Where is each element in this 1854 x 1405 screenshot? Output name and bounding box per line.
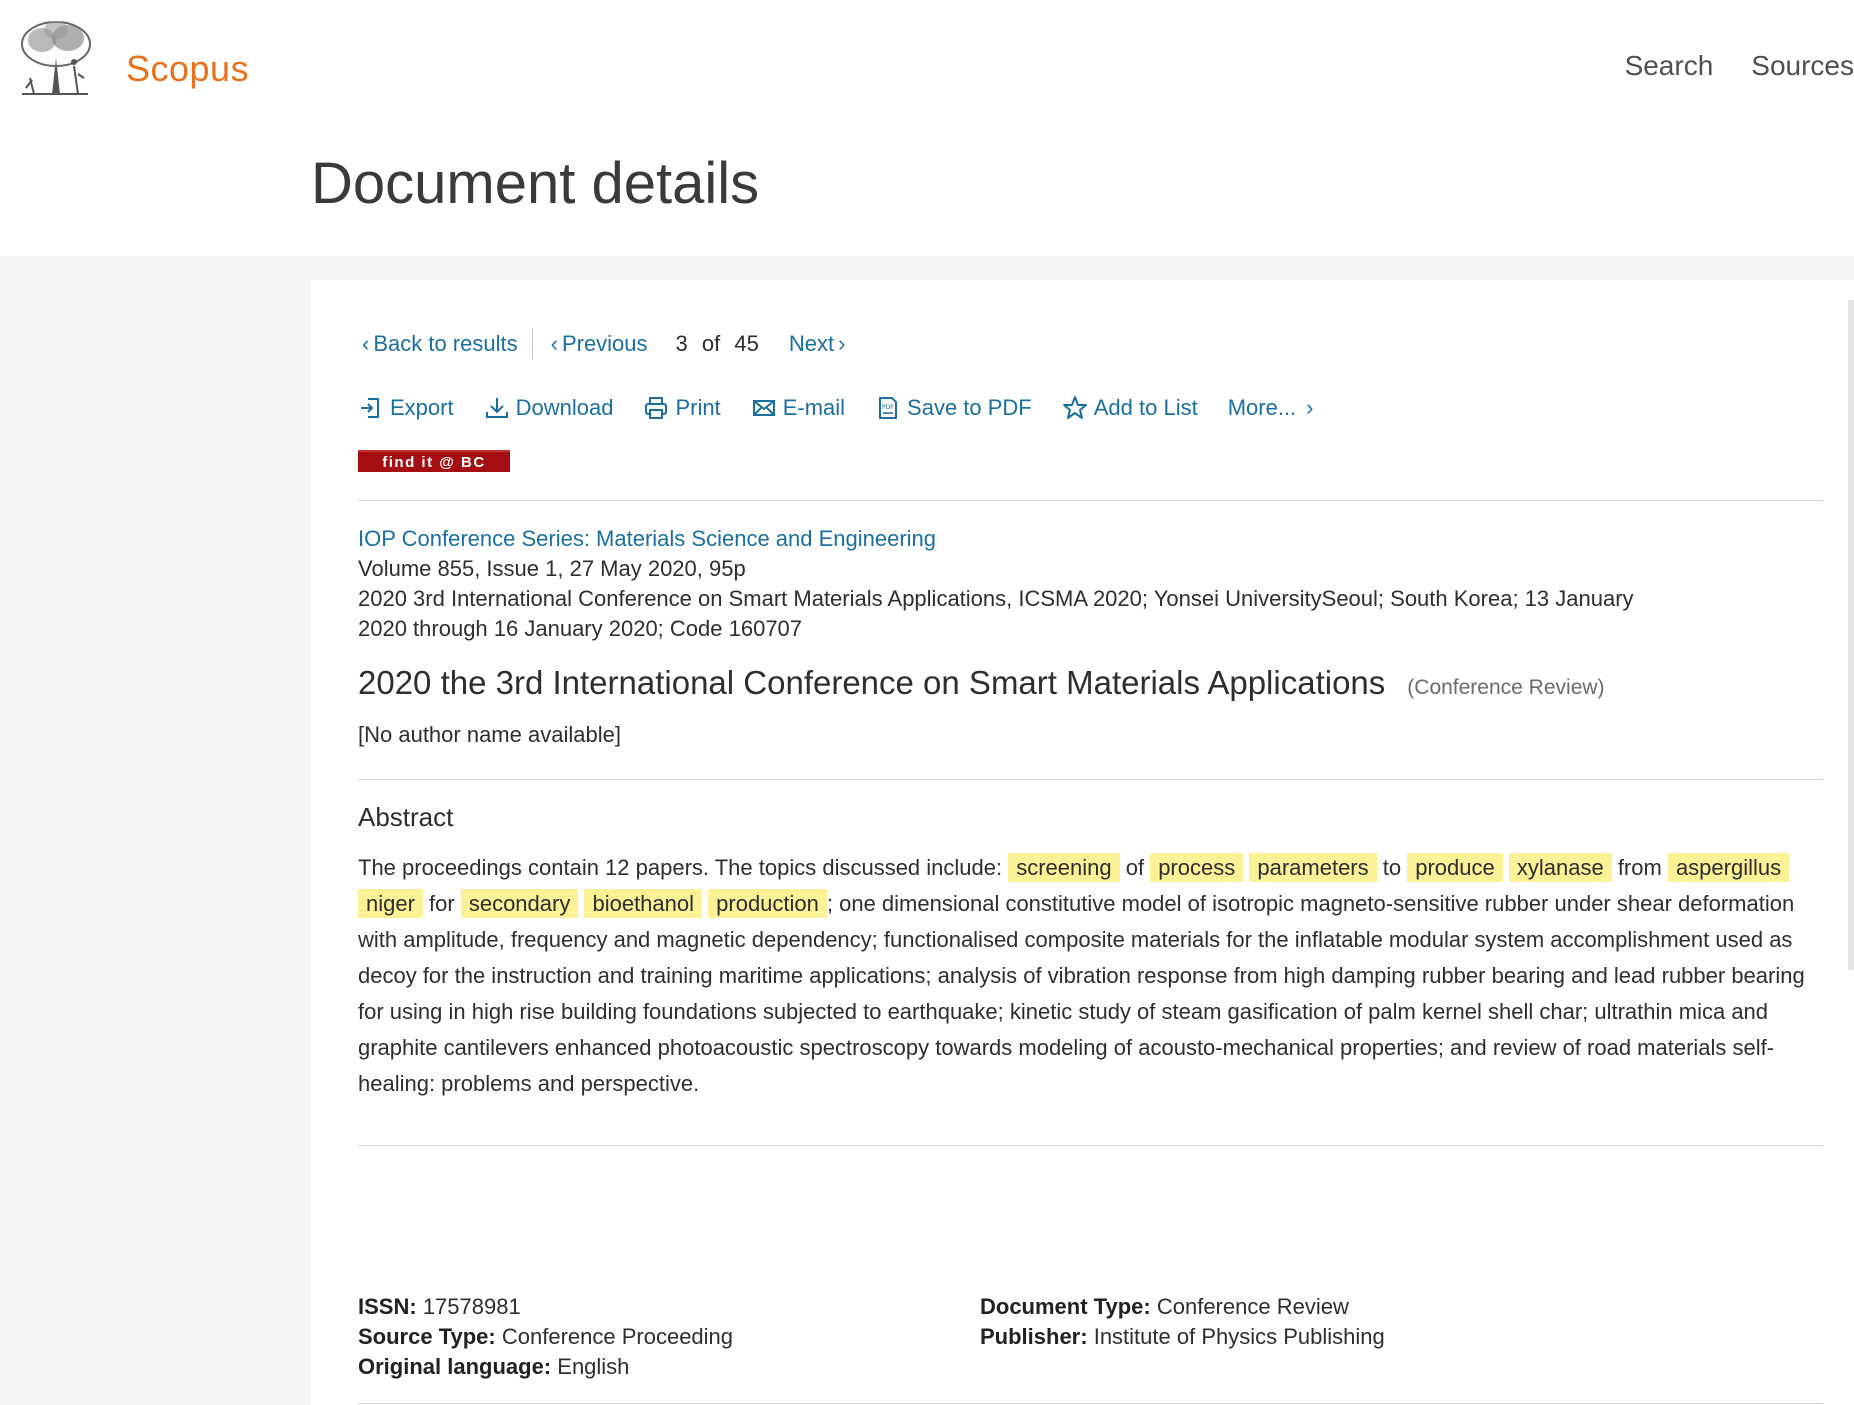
source-type-label: Source Type: <box>358 1324 496 1349</box>
add-to-list-button[interactable]: Add to List <box>1062 395 1198 421</box>
document-type-label: Document Type: <box>980 1294 1151 1319</box>
back-to-results-link[interactable]: ‹ Back to results <box>358 331 518 357</box>
source-type-row: Source Type: Conference Proceeding <box>358 1322 733 1352</box>
section-divider <box>358 1403 1823 1404</box>
total-count: 45 <box>734 331 759 356</box>
source-type-value: Conference Proceeding <box>501 1324 734 1349</box>
scrollbar[interactable] <box>1848 300 1854 970</box>
current-index: 3 <box>675 331 688 356</box>
volume-info: Volume 855, Issue 1, 27 May 2020, 95p <box>358 556 746 581</box>
metadata-right: Document Type: Conference Review Publish… <box>980 1292 1385 1352</box>
publisher-value: Institute of Physics Publishing <box>1093 1324 1385 1349</box>
document-panel: ‹ Back to results ‹ Previous 3 of 45 Next ›… <box>311 280 1854 1405</box>
of-text: of <box>701 331 721 356</box>
abstract-fragment: of <box>1119 855 1151 880</box>
highlighted-term: production <box>708 889 827 918</box>
print-button[interactable]: Print <box>643 395 721 421</box>
metadata-left: ISSN: 17578981 Source Type: Conference P… <box>358 1292 733 1382</box>
document-type-row: Document Type: Conference Review <box>980 1292 1385 1322</box>
export-label: Export <box>390 395 454 420</box>
find-it-at-bc-button[interactable]: find it @ BC <box>358 450 510 472</box>
top-header: Scopus Search Sources Document details <box>0 0 1854 256</box>
next-label: Next <box>788 331 835 356</box>
abstract-rest: ; one dimensional constitutive model of … <box>358 891 1805 1096</box>
nav-sources[interactable]: Sources <box>1751 50 1854 82</box>
issn-label: ISSN: <box>358 1294 417 1319</box>
svg-text:PDF: PDF <box>882 404 894 411</box>
abstract-heading: Abstract <box>358 802 454 832</box>
page-title: Document details <box>311 151 760 216</box>
top-nav: Search Sources <box>1625 50 1854 82</box>
print-icon <box>645 397 668 419</box>
email-icon <box>752 400 775 416</box>
section-divider <box>358 500 1823 501</box>
language-value: English <box>557 1354 630 1379</box>
download-button[interactable]: Download <box>484 395 614 421</box>
nav-separator <box>531 328 533 360</box>
next-link[interactable]: Next › <box>789 331 850 357</box>
abstract-fragment <box>1503 855 1509 880</box>
result-position: 3 of 45 <box>676 331 759 357</box>
more-button[interactable]: More... › <box>1228 395 1318 421</box>
highlighted-term: screening <box>1008 853 1120 882</box>
print-label: Print <box>675 395 721 420</box>
author-list: [No author name available] <box>358 722 621 747</box>
issn-value: 17578981 <box>422 1294 521 1319</box>
abstract-fragment: for <box>422 891 461 916</box>
document-type-value: Conference Review <box>1156 1294 1349 1319</box>
chevron-left-icon: ‹ <box>362 331 370 356</box>
language-row: Original language: English <box>358 1352 733 1382</box>
highlighted-term: niger <box>358 889 423 918</box>
publisher-label: Publisher: <box>980 1324 1088 1349</box>
download-label: Download <box>515 395 614 420</box>
export-icon <box>361 398 379 418</box>
abstract-intro: The proceedings contain 12 papers. The t… <box>358 855 1009 880</box>
export-button[interactable]: Export <box>358 395 454 421</box>
results-navigation: ‹ Back to results ‹ Previous 3 of 45 Next › <box>358 326 849 362</box>
chevron-left-icon: ‹ <box>550 331 558 356</box>
more-label: More... <box>1227 395 1297 420</box>
chevron-right-icon: › <box>1306 395 1314 420</box>
save-to-pdf-label: Save to PDF <box>907 395 1032 420</box>
document-toolbar: Export Download Print E-mail PDF Save to… <box>358 390 1318 426</box>
email-button[interactable]: E-mail <box>751 395 845 421</box>
nav-search[interactable]: Search <box>1625 50 1714 82</box>
highlighted-term: xylanase <box>1508 853 1612 882</box>
document-title-row: 2020 the 3rd International Conference on… <box>358 664 1605 702</box>
previous-link[interactable]: ‹ Previous <box>547 331 648 357</box>
conference-info: 2020 3rd International Conference on Sma… <box>358 586 1634 641</box>
abstract-fragment: to <box>1376 855 1408 880</box>
download-icon <box>485 398 508 418</box>
email-label: E-mail <box>782 395 846 420</box>
section-divider <box>358 779 1823 780</box>
document-title: 2020 the 3rd International Conference on… <box>358 664 1386 701</box>
highlighted-term: aspergillus <box>1667 853 1790 882</box>
highlighted-term: process <box>1150 853 1244 882</box>
highlighted-term: parameters <box>1249 853 1377 882</box>
star-icon <box>1062 396 1087 419</box>
highlighted-term: bioethanol <box>584 889 703 918</box>
elsevier-tree-logo-icon[interactable] <box>12 18 98 96</box>
issn-row: ISSN: 17578981 <box>358 1292 733 1322</box>
add-to-list-label: Add to List <box>1093 395 1198 420</box>
abstract-fragment: from <box>1611 855 1668 880</box>
chevron-right-icon: › <box>838 331 846 356</box>
abstract-text: The proceedings contain 12 papers. The t… <box>358 850 1833 1102</box>
section-divider <box>358 1145 1823 1146</box>
scopus-logo-text[interactable]: Scopus <box>126 48 249 90</box>
highlighted-term: secondary <box>460 889 579 918</box>
highlighted-term: produce <box>1407 853 1503 882</box>
pdf-icon: PDF <box>879 397 898 419</box>
save-to-pdf-button[interactable]: PDF Save to PDF <box>875 395 1032 421</box>
language-label: Original language: <box>358 1354 552 1379</box>
journal-title-link[interactable]: IOP Conference Series: Materials Science… <box>358 524 1658 554</box>
publisher-row: Publisher: Institute of Physics Publishi… <box>980 1322 1385 1352</box>
source-info: IOP Conference Series: Materials Science… <box>358 524 1658 644</box>
back-to-results-label: Back to results <box>373 331 518 356</box>
previous-label: Previous <box>561 331 648 356</box>
document-type-tag: (Conference Review) <box>1407 676 1605 699</box>
